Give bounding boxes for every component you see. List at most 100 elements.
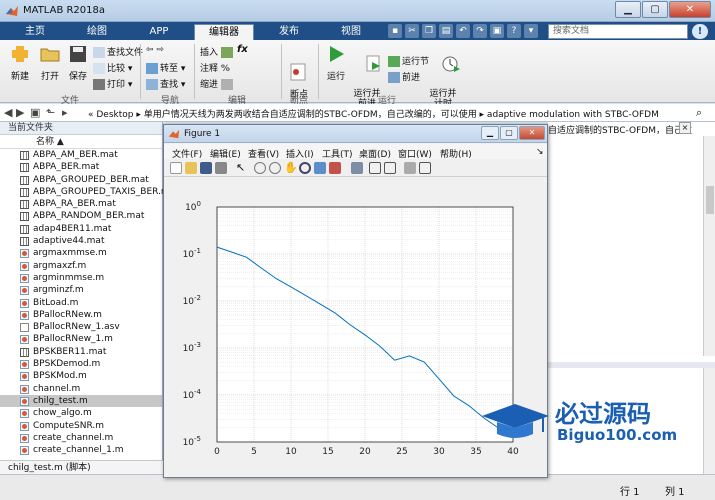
save-figure-icon[interactable] <box>200 162 212 174</box>
menu-tools[interactable]: 工具(T) <box>322 147 353 160</box>
file-list-item[interactable]: BitLoad.m <box>0 297 162 309</box>
tab-apps[interactable]: APP <box>132 24 186 40</box>
insert-button[interactable]: 插入 <box>200 45 235 58</box>
print-figure-icon[interactable] <box>215 162 227 174</box>
folder-up-icon[interactable]: ▣ <box>30 106 40 119</box>
file-list-item[interactable]: argminmmse.m <box>0 272 162 284</box>
file-list-item[interactable]: chow_algo.m <box>0 407 162 419</box>
undo-icon[interactable]: ↶ <box>456 24 470 38</box>
comment-button[interactable]: 注释 % <box>200 61 230 74</box>
advance-button[interactable]: 前进 <box>388 70 420 83</box>
editor-scrollbar[interactable] <box>703 136 715 356</box>
goto-button[interactable]: 转至 ▾ <box>146 61 185 74</box>
run-button[interactable]: 运行 <box>322 44 350 82</box>
figure-maximize-button[interactable]: ▢ <box>500 126 518 140</box>
open-button[interactable]: 打开 <box>36 44 64 82</box>
nav-back-forward[interactable]: ⇦ ⇨ <box>146 45 164 55</box>
tab-editor[interactable]: 编辑器 <box>194 24 254 40</box>
back-arrow-icon[interactable]: ◀ <box>4 106 12 119</box>
menu-window[interactable]: 窗口(W) <box>398 147 432 160</box>
file-list-item[interactable]: BPallocRNew_1.asv <box>0 321 162 333</box>
save-button[interactable]: 保存 <box>64 44 92 82</box>
figure-minimize-button[interactable]: ▁ <box>481 126 499 140</box>
print-button[interactable]: 打印 ▾ <box>93 77 132 90</box>
file-list-item[interactable]: ABPA_RANDOM_BER.mat <box>0 210 162 222</box>
file-list-item[interactable]: channel.m <box>0 383 162 395</box>
file-list-item[interactable]: ABPA_GROUPED_TAXIS_BER.mat <box>0 186 179 198</box>
search-folder-icon[interactable]: ⌕ <box>696 106 702 120</box>
tab-home[interactable]: 主页 <box>8 24 62 40</box>
file-list-item[interactable]: argmaxmmse.m <box>0 247 162 259</box>
data-cursor-icon[interactable] <box>314 162 326 174</box>
open-file-icon[interactable] <box>185 162 197 174</box>
paste-icon[interactable]: ▤ <box>439 24 453 38</box>
minimize-button[interactable]: ▁ <box>615 1 641 18</box>
file-list-item[interactable]: BPSKDemod.m <box>0 358 162 370</box>
current-folder-path[interactable]: « Desktop ▸ 单用户情况天线为两发两收结合自适应调制的STBC-OFD… <box>88 107 659 120</box>
hide-plot-tools-icon[interactable] <box>404 162 416 174</box>
file-list-item[interactable]: chilg_test.m <box>0 394 162 408</box>
colorbar-icon[interactable] <box>369 162 381 174</box>
file-list-item[interactable]: BPallocRNew_1.m <box>0 333 162 345</box>
file-list-item[interactable]: adaptive44.mat <box>0 235 162 247</box>
file-list-item[interactable]: create_channel_1.m <box>0 444 162 456</box>
find-button[interactable]: 查找 ▾ <box>146 77 185 90</box>
fx-button[interactable]: fx <box>237 44 248 55</box>
cut-icon[interactable]: ✂ <box>405 24 419 38</box>
panel-divider[interactable] <box>548 362 715 368</box>
zoom-in-icon[interactable] <box>254 162 266 174</box>
menu-dock-arrow-icon[interactable]: ↘ <box>536 147 544 157</box>
new-figure-icon[interactable] <box>170 162 182 174</box>
menu-view[interactable]: 查看(V) <box>248 147 279 160</box>
help-icon[interactable]: ? <box>507 24 521 38</box>
file-list-item[interactable]: ABPA_AM_BER.mat <box>0 149 162 161</box>
file-list-item[interactable]: ComputeSNR.m <box>0 420 162 432</box>
column-header-name[interactable]: 名称 ▲ <box>0 135 162 149</box>
file-list-item[interactable]: BPallocRNew.m <box>0 309 162 321</box>
tab-view[interactable]: 视图 <box>324 24 378 40</box>
switch-window-icon[interactable]: ▣ <box>490 24 504 38</box>
zoom-out-icon[interactable] <box>269 162 281 174</box>
file-list-item[interactable]: ABPA_BER.mat <box>0 161 162 173</box>
menu-insert[interactable]: 插入(I) <box>286 147 314 160</box>
menu-file[interactable]: 文件(F) <box>172 147 202 160</box>
command-window-scrollbar[interactable] <box>703 368 715 474</box>
save-icon[interactable]: ▪ <box>388 24 402 38</box>
find-files-button[interactable]: 查找文件 <box>93 45 143 58</box>
indent-button[interactable]: 缩进 <box>200 77 235 90</box>
file-list-item[interactable]: argminzf.m <box>0 284 162 296</box>
show-plot-tools-icon[interactable] <box>419 162 431 174</box>
folder-up-icon[interactable]: ⬑ <box>46 106 55 119</box>
maximize-button[interactable]: ▢ <box>642 1 668 18</box>
edit-plot-arrow-icon[interactable]: ↖ <box>236 162 248 174</box>
link-plot-icon[interactable] <box>351 162 363 174</box>
redo-icon[interactable]: ↷ <box>473 24 487 38</box>
tab-plots[interactable]: 绘图 <box>70 24 124 40</box>
file-list-item[interactable]: argmaxzf.m <box>0 260 162 272</box>
file-list-item[interactable]: BPSKMod.m <box>0 370 162 382</box>
menu-help[interactable]: 帮助(H) <box>440 147 472 160</box>
legend-icon[interactable] <box>384 162 396 174</box>
file-list-item[interactable]: create_channel.m <box>0 432 162 444</box>
forward-arrow-icon[interactable]: ▶ <box>16 106 24 119</box>
scrollbar-thumb[interactable] <box>706 186 714 214</box>
close-button[interactable]: ✕ <box>669 1 711 18</box>
copy-icon[interactable]: ❐ <box>422 24 436 38</box>
dropdown-icon[interactable]: ▾ <box>524 24 538 38</box>
brush-icon[interactable] <box>329 162 341 174</box>
close-editor-icon[interactable]: × <box>679 122 691 134</box>
file-list-item[interactable]: BPSKBER11.mat <box>0 346 162 358</box>
tab-publish[interactable]: 发布 <box>262 24 316 40</box>
browse-folder-icon[interactable]: ▸ <box>62 106 68 119</box>
run-section-button[interactable]: 运行节 <box>388 54 429 67</box>
new-button[interactable]: 新建 <box>6 44 34 82</box>
compare-button[interactable]: 比较 ▾ <box>93 61 132 74</box>
rotate-3d-icon[interactable] <box>299 162 311 174</box>
file-list-item[interactable]: ABPA_GROUPED_BER.mat <box>0 174 162 186</box>
file-list-item[interactable]: ABPA_RA_BER.mat <box>0 198 162 210</box>
search-documentation-input[interactable]: 搜索文档 <box>548 24 688 39</box>
figure-close-button[interactable]: ✕ <box>519 126 545 140</box>
file-list-item[interactable]: adap4BER11.mat <box>0 223 162 235</box>
pan-hand-icon[interactable]: ✋ <box>284 162 298 174</box>
menu-edit[interactable]: 编辑(E) <box>210 147 241 160</box>
